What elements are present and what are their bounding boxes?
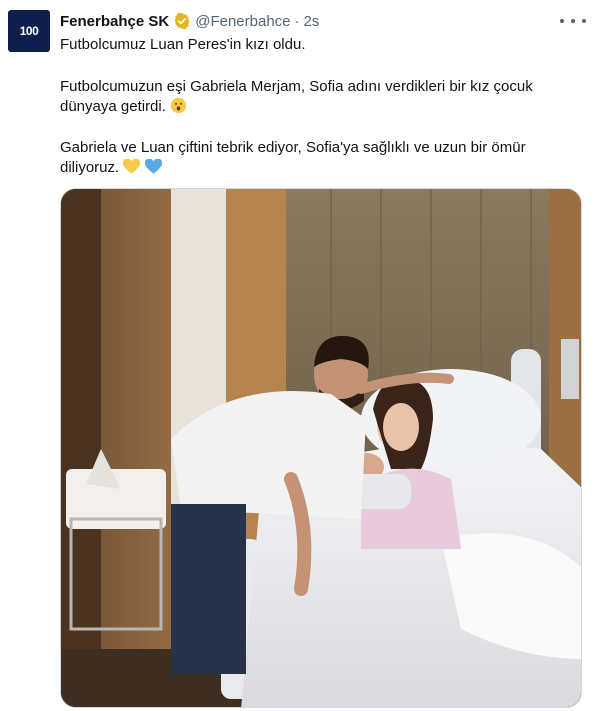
tweet-header: Fenerbahçe SK @Fenerbahce · 2s [60,10,319,32]
tweet: 100 Fenerbahçe SK @Fenerbahce · 2s Futbo… [0,0,600,711]
tweet-photo[interactable] [60,188,582,708]
more-dots-icon [571,19,575,23]
more-dots-icon [560,19,564,23]
paragraph-text: Futbolcumuz Luan Peres'in kızı oldu. [60,36,306,53]
blue-heart-icon [144,158,162,181]
yellow-heart-icon [123,158,141,181]
tweet-text-paragraph-2: Futbolcumuzun eşi Gabriela Merjam, Sofia… [60,77,580,120]
display-name[interactable]: Fenerbahçe SK [60,13,169,30]
timestamp[interactable]: 2s [304,13,320,30]
avatar-logo-text: 100 [19,24,39,38]
hospital-photo-image [61,189,581,707]
smiling-face-icon [170,97,187,120]
more-options-button[interactable] [560,12,586,30]
paragraph-text: Futbolcumuzun eşi Gabriela Merjam, Sofia… [60,78,533,115]
tweet-text-paragraph-3: Gabriela ve Luan çiftini tebrik ediyor, … [60,138,580,181]
handle[interactable]: @Fenerbahce [195,13,290,30]
more-dots-icon [582,19,586,23]
separator-dot: · [294,12,300,30]
verified-badge-icon [173,12,191,30]
tweet-text-paragraph-1: Futbolcumuz Luan Peres'in kızı oldu. [60,35,580,55]
avatar[interactable]: 100 [8,10,50,52]
